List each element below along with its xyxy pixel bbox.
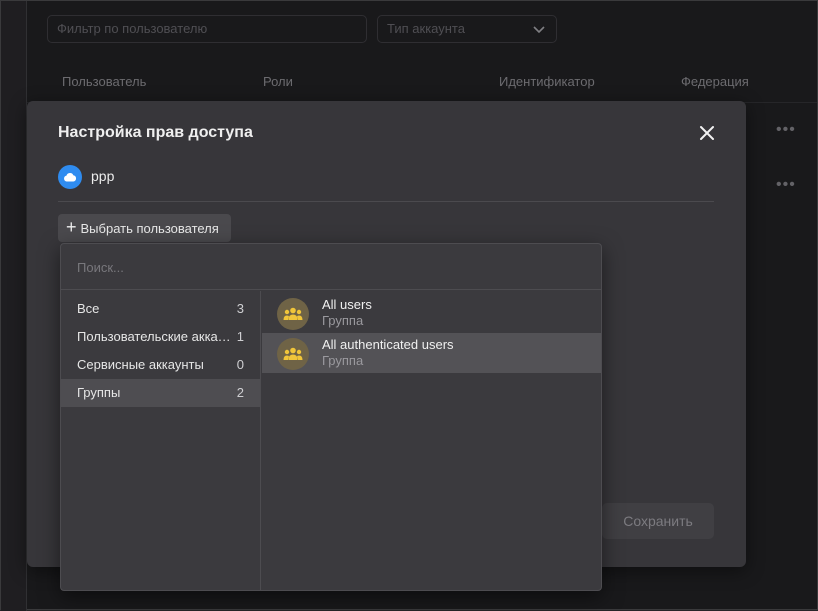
app-window: Фильтр по пользователю Тип аккаунта Поль… xyxy=(0,0,818,611)
modal-title: Настройка прав доступа xyxy=(58,124,253,141)
save-label: Сохранить xyxy=(623,513,693,529)
picker-search-input[interactable]: Поиск... xyxy=(61,244,601,290)
category-label: Пользовательские аккаунты xyxy=(77,329,237,344)
category-label: Группы xyxy=(77,385,121,400)
result-item-all-authenticated-users[interactable]: All authenticated users Группа xyxy=(262,333,601,373)
category-count: 0 xyxy=(236,357,244,372)
cloud-icon xyxy=(64,172,77,182)
plus-icon: + xyxy=(66,217,77,237)
close-icon[interactable] xyxy=(697,123,717,143)
result-name: All users xyxy=(322,297,372,312)
picker-category-list: Все 3 Пользовательские аккаунты 1 Сервис… xyxy=(61,291,261,590)
result-type: Группа xyxy=(322,353,364,368)
group-icon xyxy=(283,307,303,320)
result-item-all-users[interactable]: All users Группа xyxy=(262,293,601,333)
category-label: Сервисные аккаунты xyxy=(77,357,204,372)
subject-name: ppp xyxy=(91,168,115,184)
group-avatar xyxy=(277,338,309,370)
picker-results-list: All users Группа All authenticated users… xyxy=(262,291,601,590)
category-item-groups[interactable]: Группы 2 xyxy=(61,379,260,407)
category-count: 1 xyxy=(236,329,244,344)
left-sidebar-strip xyxy=(1,1,27,611)
save-button[interactable]: Сохранить xyxy=(602,503,714,539)
result-type: Группа xyxy=(322,313,364,328)
category-count: 2 xyxy=(236,385,244,400)
category-item-user-accounts[interactable]: Пользовательские аккаунты 1 xyxy=(61,323,260,351)
choose-user-button[interactable]: + Выбрать пользователя xyxy=(58,214,231,242)
group-icon xyxy=(283,347,303,360)
user-picker-popup: Поиск... Все 3 Пользовательские аккаунты… xyxy=(60,243,602,591)
category-count: 3 xyxy=(236,301,244,316)
result-name: All authenticated users xyxy=(322,337,454,352)
category-label: Все xyxy=(77,301,100,316)
modal-divider xyxy=(58,201,714,202)
category-item-all[interactable]: Все 3 xyxy=(61,295,260,323)
choose-user-label: Выбрать пользователя xyxy=(80,220,219,236)
group-avatar xyxy=(277,298,309,330)
subject-avatar xyxy=(58,165,82,189)
category-item-service-accounts[interactable]: Сервисные аккаунты 0 xyxy=(61,351,260,379)
